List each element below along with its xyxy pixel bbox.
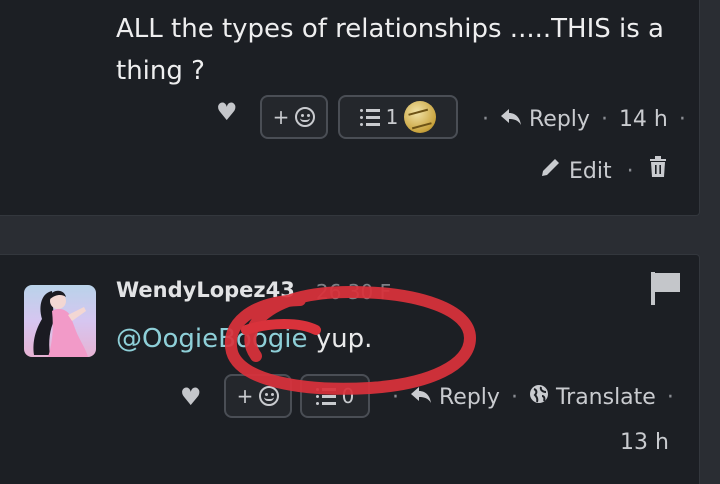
smiley-icon xyxy=(295,107,316,127)
plus-label: + xyxy=(272,105,290,129)
add-reaction-button[interactable]: + xyxy=(224,374,292,418)
username[interactable]: WendyLopez43 xyxy=(116,278,295,302)
edit-row: Edit · xyxy=(540,156,667,186)
list-icon xyxy=(359,108,380,126)
avatar[interactable] xyxy=(24,285,96,357)
plus-label: + xyxy=(236,384,254,408)
comment-time: 13 h xyxy=(620,430,669,455)
globe-icon xyxy=(529,385,556,410)
mention-link[interactable]: @OogieBoogie xyxy=(116,324,307,354)
comment-meta-row: · Reply · 14 h · xyxy=(482,107,686,132)
list-icon xyxy=(315,387,336,405)
reply-link[interactable]: Reply xyxy=(439,385,500,410)
comment-meta-row: · Reply · Translate · xyxy=(392,385,674,410)
heart-icon[interactable]: ♥ xyxy=(180,385,202,409)
comment-body: yup. xyxy=(307,324,373,354)
reply-link[interactable]: Reply xyxy=(529,107,590,132)
reply-arrow-icon xyxy=(500,107,529,132)
translate-link[interactable]: Translate xyxy=(556,385,656,410)
reply-arrow-icon xyxy=(410,385,439,410)
pencil-icon xyxy=(540,159,569,184)
comment-card-1: ALL the types of relationships .....THIS… xyxy=(0,0,700,216)
heart-icon[interactable]: ♥ xyxy=(216,100,238,124)
comment-time: 14 h xyxy=(618,107,668,132)
reactions-list-button[interactable]: 1 xyxy=(338,95,458,139)
add-reaction-button[interactable]: + xyxy=(260,95,328,139)
comment-text: ALL the types of relationships .....THIS… xyxy=(116,14,664,86)
reactions-count: 1 xyxy=(385,105,399,129)
reactions-count: 0 xyxy=(341,384,355,408)
comment-text: @OogieBoogie yup. xyxy=(116,318,372,360)
flag-icon[interactable] xyxy=(650,270,682,310)
trash-icon[interactable] xyxy=(649,156,667,184)
edit-link[interactable]: Edit xyxy=(569,159,612,184)
bandaged-face-emoji-icon xyxy=(404,101,437,133)
comment-meta-faint: 26 30 F xyxy=(316,280,392,304)
smiley-icon xyxy=(259,386,280,406)
reactions-list-button[interactable]: 0 xyxy=(300,374,370,418)
